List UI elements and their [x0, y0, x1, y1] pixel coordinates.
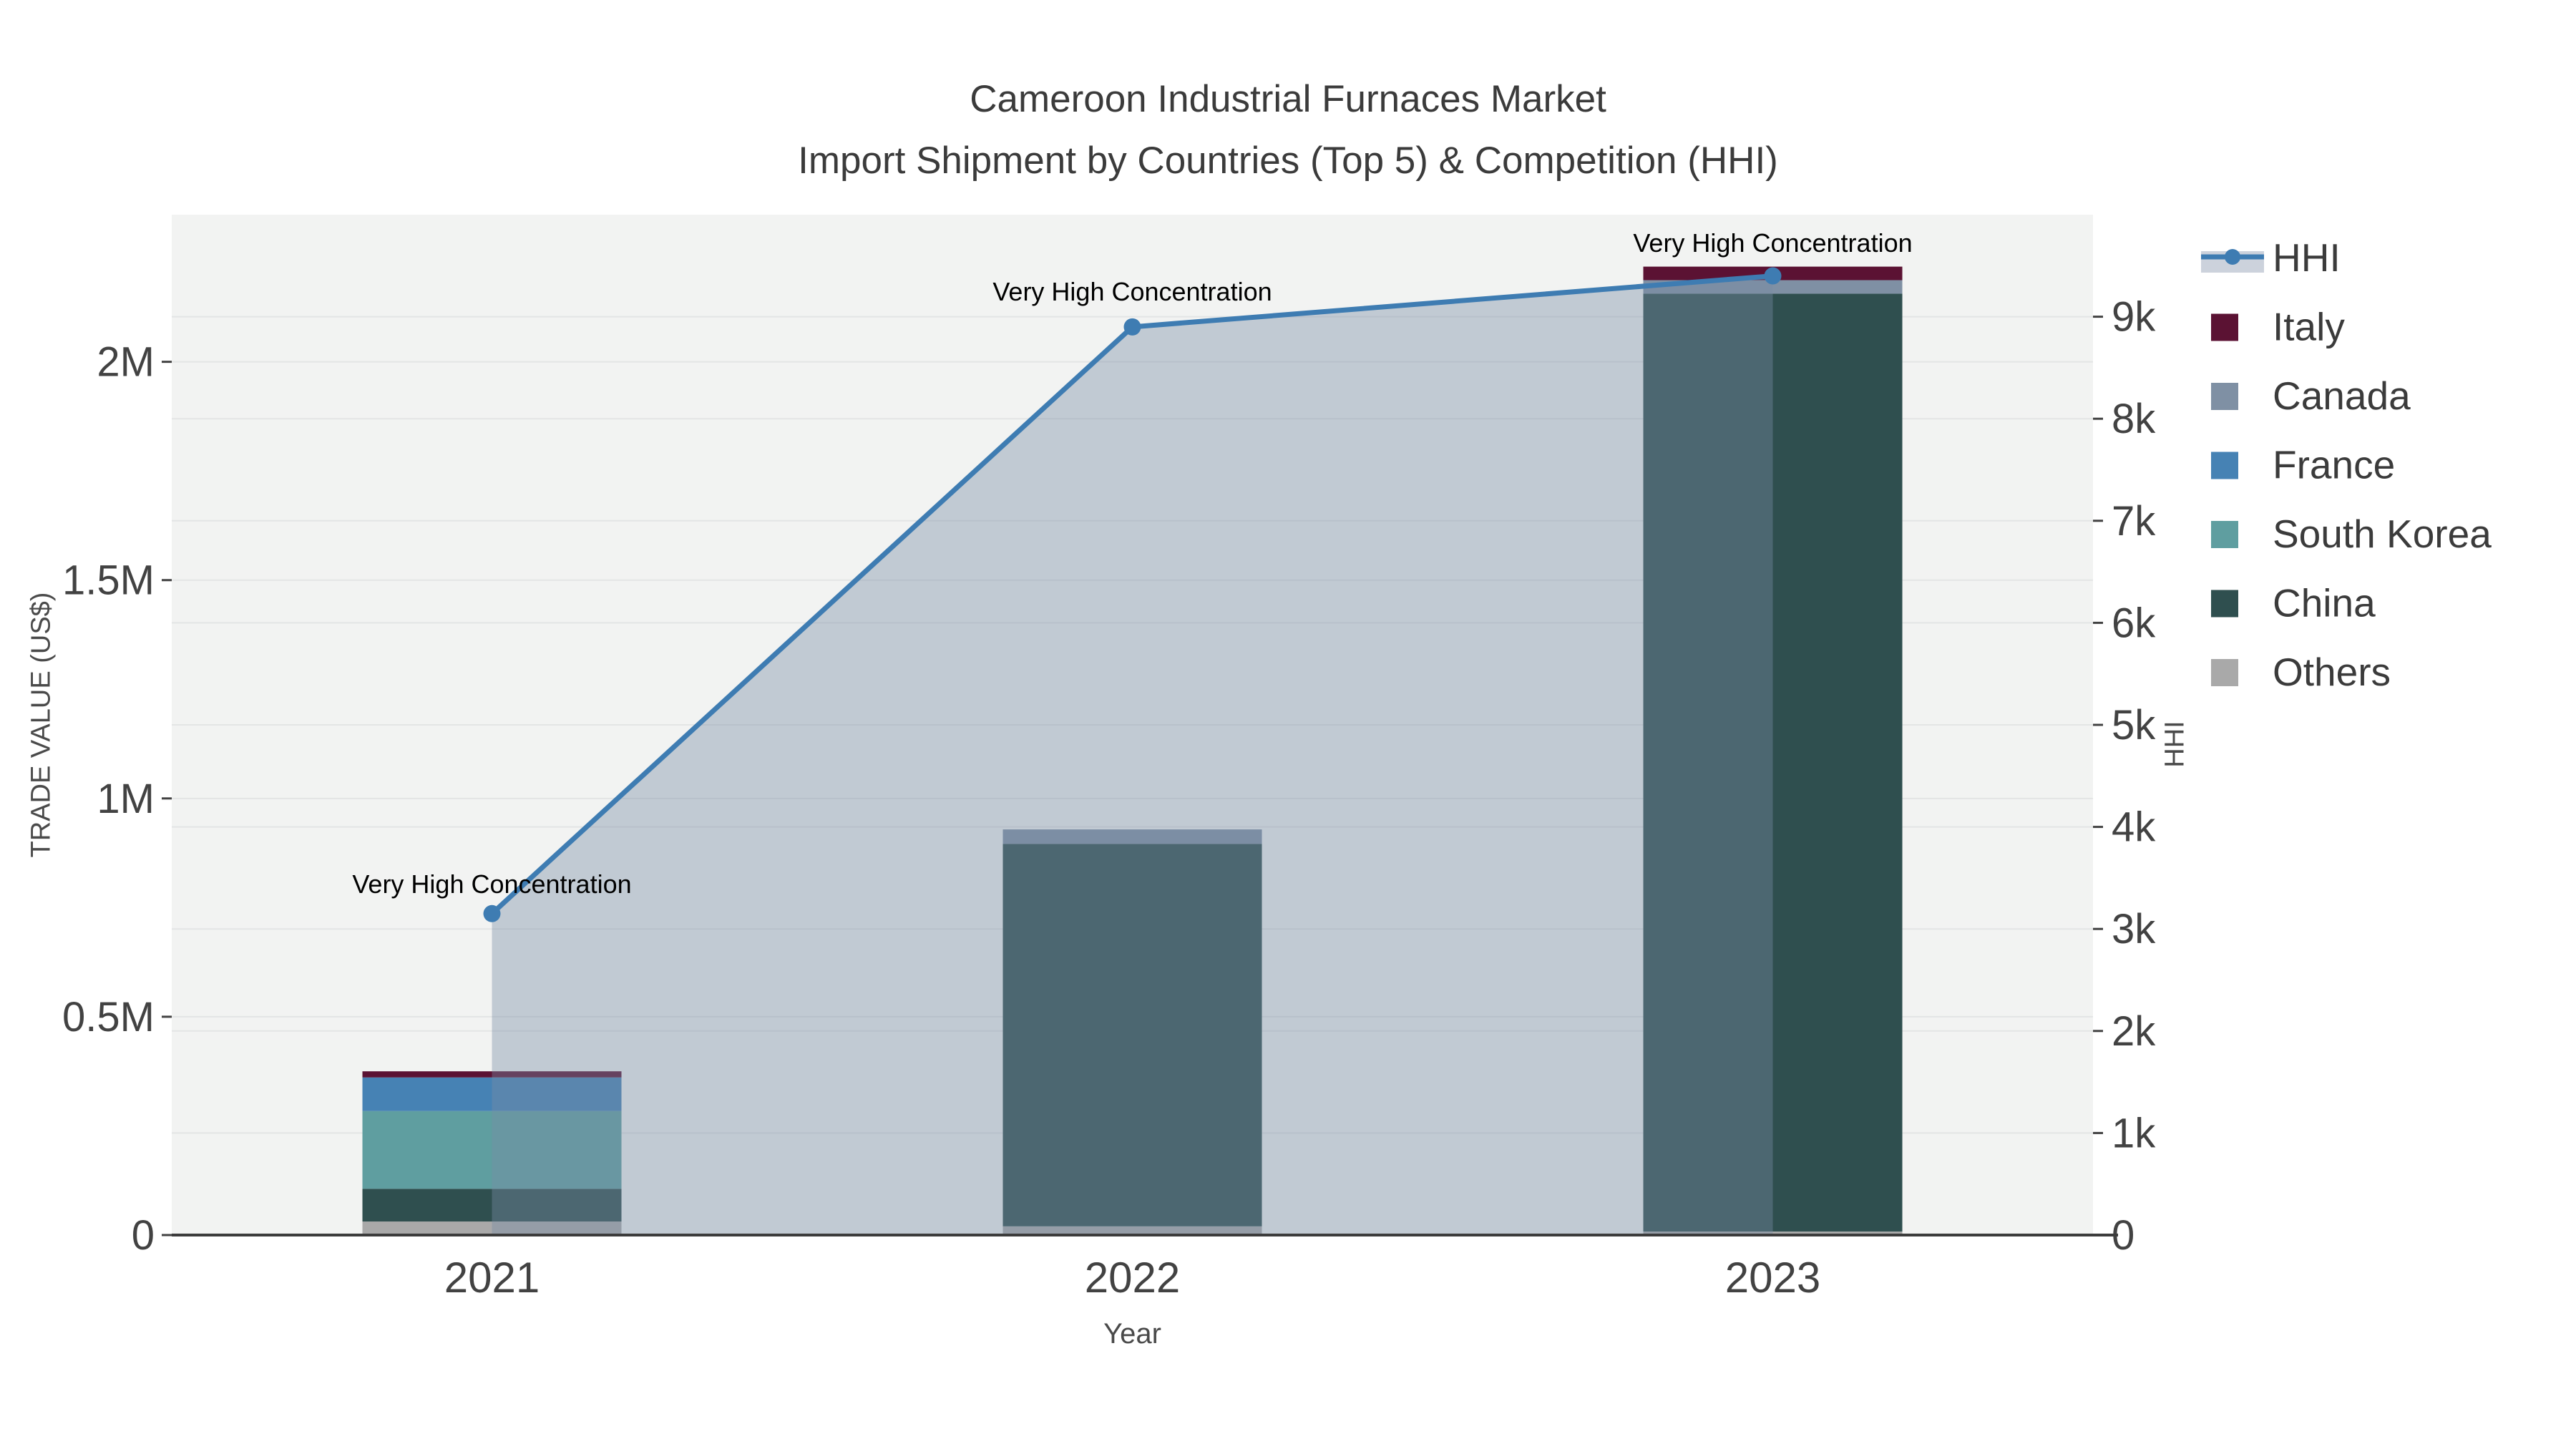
hhi-point-2022[interactable] — [1123, 318, 1141, 336]
legend-label-others: Others — [2273, 650, 2391, 694]
annotation-2023: Very High Concentration — [1633, 228, 1912, 258]
y-left-tick-label: 2M — [97, 339, 155, 386]
y-right-axis-title: HHI — [2160, 721, 2190, 768]
legend-label-france: France — [2273, 443, 2395, 487]
y-right-tick-label: 4k — [2112, 804, 2156, 851]
legend-swatch-canada — [2211, 383, 2238, 410]
legend-swatch-others — [2211, 659, 2238, 686]
legend-item-hhi[interactable]: HHI — [2201, 235, 2341, 280]
legend-item-italy[interactable]: Italy — [2211, 305, 2345, 349]
legend-item-others[interactable]: Others — [2211, 650, 2391, 694]
legend-swatch-south-korea — [2211, 521, 2238, 548]
y-right-tick-label: 8k — [2112, 396, 2156, 442]
y-left-tick-label: 1M — [97, 776, 155, 822]
x-tick-label: 2022 — [1085, 1254, 1180, 1302]
x-tick-label: 2023 — [1725, 1254, 1820, 1302]
hhi-point-2021[interactable] — [483, 904, 501, 922]
y-right-tick-label: 7k — [2112, 498, 2156, 545]
y-left-axis-title: TRADE VALUE (US$) — [26, 592, 57, 858]
legend-item-canada[interactable]: Canada — [2211, 374, 2411, 418]
y-left-tick-label: 0 — [132, 1212, 155, 1259]
y-right-tick-label: 2k — [2112, 1008, 2156, 1055]
legend-hhi-marker — [2225, 249, 2240, 265]
legend-swatch-china — [2211, 590, 2238, 618]
x-tick-label: 2021 — [444, 1254, 540, 1302]
y-right-tick-label: 6k — [2112, 600, 2156, 646]
legend-item-france[interactable]: France — [2211, 443, 2395, 487]
legend-label-canada: Canada — [2273, 374, 2411, 418]
legend: HHI Italy Canada France South Korea China Othe… — [2201, 235, 2492, 694]
legend-swatch-france — [2211, 452, 2238, 479]
legend-label-hhi: HHI — [2273, 235, 2341, 280]
hhi-point-2023[interactable] — [1764, 267, 1782, 285]
y-right-tick-label: 1k — [2112, 1110, 2156, 1156]
legend-item-south-korea[interactable]: South Korea — [2211, 512, 2492, 556]
chart-figure: 0 0.5M 1M 1.5M 2M 0 1k 2k 3k 4k 5k 6k 7k 8k 9k 2021 2022… — [0, 0, 2576, 1449]
legend-item-china[interactable]: China — [2211, 581, 2376, 625]
y-right-tick-label: 3k — [2112, 906, 2156, 952]
annotation-2021: Very High Concentration — [352, 869, 631, 899]
y-right-tick-label: 9k — [2112, 294, 2156, 341]
y-left-tick-label: 1.5M — [62, 557, 155, 604]
y-right-tick-label: 5k — [2112, 702, 2156, 748]
legend-label-south-korea: South Korea — [2273, 512, 2492, 556]
x-axis-title: Year — [1103, 1318, 1161, 1350]
annotation-2022: Very High Concentration — [992, 277, 1272, 306]
legend-swatch-italy — [2211, 313, 2238, 341]
legend-label-china: China — [2273, 581, 2376, 625]
y-left-tick-label: 0.5M — [62, 994, 155, 1040]
chart-title-line1: Cameroon Industrial Furnaces Market — [970, 78, 1606, 120]
legend-label-italy: Italy — [2273, 305, 2345, 349]
chart-title-line2: Import Shipment by Countries (Top 5) & C… — [798, 140, 1778, 182]
